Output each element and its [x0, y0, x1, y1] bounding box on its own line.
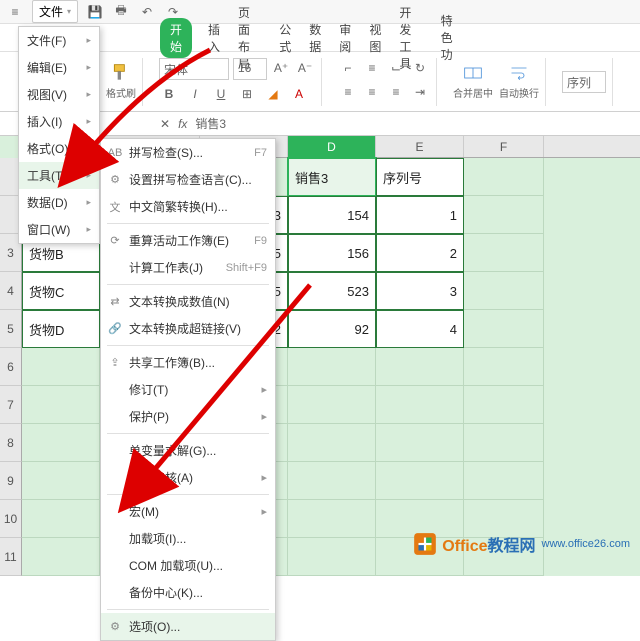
- row-header-8[interactable]: 8: [0, 424, 22, 462]
- indent-icon[interactable]: ⇥: [410, 82, 430, 102]
- font-size-select[interactable]: 16: [233, 58, 267, 80]
- row-header-5[interactable]: 5: [0, 310, 22, 348]
- tools-menu-item[interactable]: 修订(T)▸: [101, 376, 275, 403]
- undo-icon[interactable]: ↶: [138, 3, 156, 21]
- cell-e4[interactable]: 3: [376, 272, 464, 310]
- print-icon[interactable]: 🖶: [112, 3, 130, 21]
- file-menu-item[interactable]: 插入(I)▸: [19, 108, 99, 135]
- orientation-icon[interactable]: ↻: [410, 58, 430, 78]
- tools-menu-item[interactable]: 计算工作表(J)Shift+F9: [101, 254, 275, 281]
- align-left-icon[interactable]: ≡: [338, 82, 358, 102]
- tools-menu-item[interactable]: ⟳重算活动工作簿(E)F9: [101, 227, 275, 254]
- cell-e2[interactable]: 1: [376, 196, 464, 234]
- tools-menu-item[interactable]: COM 加载项(U)...: [101, 552, 275, 579]
- file-menu-item[interactable]: 编辑(E)▸: [19, 54, 99, 81]
- file-menu-item[interactable]: 格式(O)▸: [19, 135, 99, 162]
- tools-menu-item[interactable]: ⇪共享工作簿(B)...: [101, 349, 275, 376]
- cancel-icon[interactable]: ✕: [160, 117, 170, 131]
- file-menu-item[interactable]: 数据(D)▸: [19, 189, 99, 216]
- tab-start[interactable]: 开始: [160, 18, 192, 58]
- cell-d2[interactable]: 154: [288, 196, 376, 234]
- row-header-7[interactable]: 7: [0, 386, 22, 424]
- border-button[interactable]: ⊞: [237, 84, 257, 104]
- align-center-icon[interactable]: ≡: [362, 82, 382, 102]
- tab-review[interactable]: 审阅: [337, 17, 353, 59]
- tab-data[interactable]: 数据: [307, 17, 323, 59]
- wrap-button[interactable]: 自动换行: [499, 63, 539, 100]
- cell-d5[interactable]: 92: [288, 310, 376, 348]
- file-menu-item[interactable]: 文件(F)▸: [19, 27, 99, 54]
- tools-menu-item[interactable]: 文中文简繁转换(H)...: [101, 193, 275, 220]
- formula-value[interactable]: 销售3: [195, 115, 226, 132]
- col-header-d[interactable]: D: [288, 136, 376, 157]
- cell-e1[interactable]: 序列号: [376, 158, 464, 196]
- row-header-4[interactable]: 4: [0, 272, 22, 310]
- tools-menu-item[interactable]: 加载项(I)...: [101, 525, 275, 552]
- increase-font-icon[interactable]: A⁺: [271, 58, 291, 78]
- fx-icon[interactable]: fx: [178, 117, 187, 131]
- align-bottom-icon[interactable]: ⌙: [386, 58, 406, 78]
- merge-button[interactable]: 合并居中: [453, 63, 493, 100]
- tab-formula[interactable]: 公式: [277, 17, 293, 59]
- row-header-10[interactable]: 10: [0, 500, 22, 538]
- watermark: Office教程网 www.office26.com: [412, 531, 630, 557]
- row-header-6[interactable]: 6: [0, 348, 22, 386]
- cell-a5[interactable]: 货物D: [22, 310, 100, 348]
- col-header-e[interactable]: E: [376, 136, 464, 157]
- row-header-11[interactable]: 11: [0, 538, 22, 576]
- tools-menu-item[interactable]: ⇄文本转换成数值(N): [101, 288, 275, 315]
- cell-d1[interactable]: 销售3: [288, 158, 376, 196]
- align-top-icon[interactable]: ⌐: [338, 58, 358, 78]
- align-middle-icon[interactable]: ≡: [362, 58, 382, 78]
- tools-menu-item[interactable]: 单变量求解(G)...: [101, 437, 275, 464]
- font-color-button[interactable]: A: [289, 84, 309, 104]
- tools-menu-item[interactable]: AB拼写检查(S)...F7: [101, 139, 275, 166]
- file-menu-item[interactable]: 窗口(W)▸: [19, 216, 99, 243]
- font-name-select[interactable]: 宋体: [159, 58, 229, 80]
- cell-a4[interactable]: 货物C: [22, 272, 100, 310]
- italic-button[interactable]: I: [185, 84, 205, 104]
- decrease-font-icon[interactable]: A⁻: [295, 58, 315, 78]
- file-menu-button[interactable]: 文件 ▾: [32, 0, 78, 23]
- format-brush-button[interactable]: 格式刷: [106, 63, 136, 100]
- menu-icon[interactable]: ≡: [6, 3, 24, 21]
- tools-submenu: AB拼写检查(S)...F7⚙设置拼写检查语言(C)...文中文简繁转换(H).…: [100, 138, 276, 641]
- cell-d3[interactable]: 156: [288, 234, 376, 272]
- file-menu-dropdown: 文件(F)▸编辑(E)▸视图(V)▸插入(I)▸格式(O)▸工具(T)▸数据(D…: [18, 26, 100, 244]
- tab-insert[interactable]: 插入: [206, 17, 222, 59]
- save-icon[interactable]: 💾: [86, 3, 104, 21]
- tools-menu-item[interactable]: 保护(P)▸: [101, 403, 275, 430]
- tab-view[interactable]: 视图: [367, 17, 383, 59]
- file-menu-item[interactable]: 工具(T)▸: [19, 162, 99, 189]
- tools-menu-item[interactable]: ⚙选项(O)...: [101, 613, 275, 640]
- tools-menu-item[interactable]: 宏(M)▸: [101, 498, 275, 525]
- align-right-icon[interactable]: ≡: [386, 82, 406, 102]
- tools-menu-item[interactable]: 备份中心(K)...: [101, 579, 275, 606]
- underline-button[interactable]: U: [211, 84, 231, 104]
- tools-menu-item[interactable]: ⚙设置拼写检查语言(C)...: [101, 166, 275, 193]
- col-header-f[interactable]: F: [464, 136, 544, 157]
- fill-color-button[interactable]: ◢: [263, 84, 283, 104]
- cell-e5[interactable]: 4: [376, 310, 464, 348]
- file-label: 文件: [39, 3, 63, 20]
- number-format-select[interactable]: 序列: [562, 71, 606, 93]
- bold-button[interactable]: B: [159, 84, 179, 104]
- tools-menu-item[interactable]: 🔗文本转换成超链接(V): [101, 315, 275, 342]
- tools-menu-item[interactable]: 公式审核(A)▸: [101, 464, 275, 491]
- row-header-9[interactable]: 9: [0, 462, 22, 500]
- chevron-down-icon: ▾: [67, 7, 71, 16]
- file-menu-item[interactable]: 视图(V)▸: [19, 81, 99, 108]
- cell-e3[interactable]: 2: [376, 234, 464, 272]
- cell-d4[interactable]: 523: [288, 272, 376, 310]
